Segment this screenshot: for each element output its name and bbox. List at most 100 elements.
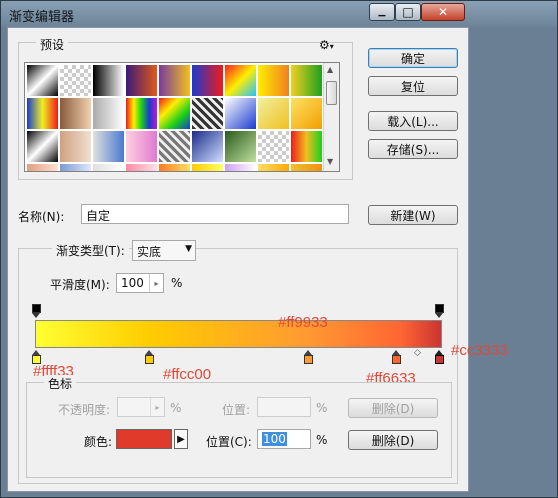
opacity-stop-tip — [435, 313, 443, 318]
preset-swatch[interactable] — [125, 163, 158, 171]
preset-swatch[interactable] — [125, 97, 158, 130]
preset-swatch[interactable] — [92, 64, 125, 97]
preset-swatch[interactable] — [191, 163, 224, 171]
new-button[interactable]: 新建(W) — [368, 205, 458, 225]
preset-swatch[interactable] — [92, 130, 125, 163]
delete-opacity-stop-button: 删除(D) — [348, 398, 438, 418]
location-value: 100 — [262, 432, 287, 446]
preset-swatch[interactable] — [59, 163, 92, 171]
preset-swatch[interactable] — [290, 64, 323, 97]
close-button[interactable]: ✕ — [421, 3, 465, 21]
smoothness-percent: % — [171, 276, 183, 290]
preset-swatch[interactable] — [92, 163, 125, 171]
preset-swatch[interactable] — [125, 64, 158, 97]
preset-swatch[interactable] — [158, 163, 191, 171]
smoothness-value: 100 — [121, 276, 144, 290]
preset-swatch[interactable] — [257, 97, 290, 130]
close-icon: ✕ — [437, 5, 449, 19]
preset-swatch[interactable] — [224, 130, 257, 163]
presets-label: 预设 — [36, 36, 69, 53]
opacity-location-percent: % — [316, 401, 328, 415]
preset-swatch[interactable] — [26, 130, 59, 163]
window-title: 渐变编辑器 — [9, 10, 75, 25]
opacity-stop-swatch — [32, 304, 41, 313]
preset-scrollbar[interactable]: ▲ ▼ — [323, 63, 339, 171]
preset-swatch[interactable] — [191, 97, 224, 130]
preset-swatch[interactable] — [224, 163, 257, 171]
chevron-down-icon: ▼ — [185, 244, 192, 254]
gear-icon[interactable]: ⚙▾ — [319, 38, 337, 52]
preset-swatch[interactable] — [191, 64, 224, 97]
midpoint-diamond-icon[interactable]: ◇ — [414, 348, 421, 358]
maximize-icon: □ — [402, 5, 414, 19]
preset-swatch[interactable] — [191, 130, 224, 163]
color-stop-1[interactable] — [32, 350, 41, 364]
ok-button[interactable]: 确定 — [368, 48, 458, 68]
color-stop-5[interactable] — [435, 350, 444, 364]
smoothness-field[interactable]: 100 ▸ — [116, 273, 164, 293]
gradient-type-label: 渐变类型(T): — [52, 242, 129, 259]
name-field[interactable]: 自定 — [81, 204, 349, 224]
color-stop-swatch — [435, 355, 444, 364]
location-percent: % — [316, 433, 328, 447]
color-stop-2[interactable] — [145, 350, 154, 364]
preset-swatch[interactable] — [26, 97, 59, 130]
opacity-stop-swatch — [435, 304, 444, 313]
delete-color-stop-button[interactable]: 删除(D) — [348, 430, 438, 450]
opacity-location-field — [257, 397, 311, 417]
opacity-label: 不透明度: — [58, 403, 111, 417]
title-bar[interactable]: 渐变编辑器 ▁ □ ✕ — [1, 1, 557, 27]
preset-swatch[interactable] — [257, 64, 290, 97]
color-stop-4[interactable] — [392, 350, 401, 364]
color-stop-swatch — [392, 355, 401, 364]
opacity-field: ▸ — [117, 397, 165, 417]
gradient-editor-window: 渐变编辑器 ▁ □ ✕ 预设 ⚙▾ ▲ ▼ 确定 复位 载入(L)... 存储(… — [0, 0, 558, 498]
color-label: 颜色: — [84, 435, 113, 449]
minimize-button[interactable]: ▁ — [369, 3, 395, 21]
reset-button[interactable]: 复位 — [368, 76, 458, 96]
preset-swatch[interactable] — [92, 97, 125, 130]
color-stop-3[interactable] — [304, 350, 313, 364]
preset-swatch[interactable] — [125, 130, 158, 163]
preset-swatch[interactable] — [26, 163, 59, 171]
preset-swatch[interactable] — [158, 97, 191, 130]
preset-swatch[interactable] — [224, 64, 257, 97]
hex-annotation: #ffcc00 — [163, 366, 212, 383]
preset-swatch[interactable] — [26, 64, 59, 97]
preset-swatch-grid — [26, 64, 323, 171]
gradient-preview-bar[interactable] — [35, 320, 442, 348]
preset-swatch[interactable] — [257, 163, 290, 171]
preset-swatch[interactable] — [290, 163, 323, 171]
preset-swatch[interactable] — [224, 97, 257, 130]
gradient-type-select[interactable]: 实底 ▼ — [132, 240, 196, 261]
color-picker-arrow-icon[interactable]: ▶ — [174, 429, 188, 449]
scroll-up-icon[interactable]: ▲ — [327, 65, 333, 74]
scroll-down-icon[interactable]: ▼ — [327, 157, 333, 166]
opacity-percent: % — [170, 401, 182, 415]
load-button[interactable]: 载入(L)... — [368, 111, 458, 131]
preset-swatch[interactable] — [158, 130, 191, 163]
dialog-client-area: 预设 ⚙▾ ▲ ▼ 确定 复位 载入(L)... 存储(S)... 名称(N):… — [7, 27, 508, 492]
chevron-right-icon[interactable]: ▸ — [149, 274, 163, 292]
scroll-thumb[interactable] — [326, 81, 337, 105]
maximize-button[interactable]: □ — [395, 3, 421, 21]
preset-swatch[interactable] — [290, 97, 323, 130]
color-stop-swatch — [304, 355, 313, 364]
preset-swatch[interactable] — [257, 130, 290, 163]
preset-swatch-list: ▲ ▼ — [24, 62, 340, 172]
preset-swatch[interactable] — [158, 64, 191, 97]
preset-swatch[interactable] — [59, 97, 92, 130]
stop-color-swatch[interactable] — [116, 429, 172, 449]
opacity-location-label: 位置: — [222, 403, 251, 417]
preset-swatch[interactable] — [59, 130, 92, 163]
opacity-stop-left[interactable] — [32, 304, 41, 318]
location-field[interactable]: 100 — [257, 429, 311, 449]
opacity-stop-right[interactable] — [435, 304, 444, 318]
minimize-icon: ▁ — [378, 6, 386, 17]
chevron-right-icon: ▸ — [150, 398, 164, 416]
save-button[interactable]: 存储(S)... — [368, 139, 458, 159]
opacity-stop-tip — [32, 313, 40, 318]
gradient-type-value: 实底 — [137, 245, 162, 259]
preset-swatch[interactable] — [59, 64, 92, 97]
preset-swatch[interactable] — [290, 130, 323, 163]
